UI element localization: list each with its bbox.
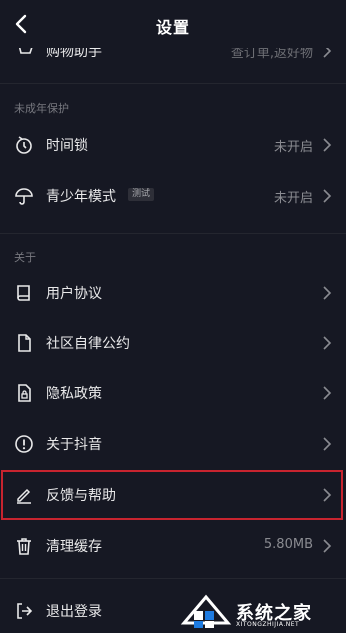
clear-cache-label: 清理缓存: [46, 539, 102, 555]
chevron-right-icon: [323, 437, 332, 451]
feedback-help-label: 反馈与帮助: [46, 488, 116, 504]
chevron-right-icon: [323, 286, 332, 300]
info-icon: [15, 435, 33, 453]
section-title-minor-protection: 未成年保护: [14, 102, 69, 115]
about-douyin-row[interactable]: 关于抖音: [0, 419, 346, 469]
chevron-right-icon: [323, 138, 332, 152]
privacy-policy-row[interactable]: 隐私政策: [0, 368, 346, 418]
chevron-right-icon: [323, 488, 332, 502]
about-douyin-label: 关于抖音: [46, 437, 102, 453]
community-convention-label: 社区自律公约: [46, 336, 130, 352]
logout-label: 退出登录: [46, 604, 102, 620]
section-divider: [0, 233, 346, 234]
section-divider: [0, 83, 346, 84]
logout-icon: [17, 603, 33, 619]
user-agreement-row[interactable]: 用户协议: [0, 268, 346, 318]
header-bar: 设置: [0, 0, 346, 48]
chevron-right-icon: [323, 336, 332, 350]
timer-lock-icon: [16, 136, 32, 154]
trash-icon: [17, 538, 31, 555]
clear-cache-row[interactable]: 清理缓存 5.80MB: [0, 521, 346, 571]
time-lock-label: 时间锁: [46, 138, 88, 154]
watermark: 系统之家 XITONGZHIJIA.NET: [170, 591, 346, 633]
chevron-right-icon: [323, 539, 332, 553]
teen-mode-status: 未开启: [273, 191, 313, 206]
teen-mode-label: 青少年模式: [46, 189, 116, 205]
feedback-help-row[interactable]: 反馈与帮助: [0, 470, 346, 520]
umbrella-icon: [15, 188, 33, 205]
cache-size: 5.80MB: [263, 537, 313, 552]
document-icon: [18, 334, 31, 352]
chevron-right-icon: [323, 386, 332, 400]
user-agreement-label: 用户协议: [46, 286, 102, 302]
settings-screen: 购物助手 查订单,返好物 设置 未成年保护 时间锁 未开启 青少年模式 未开启 …: [0, 0, 346, 633]
watermark-logo-icon: [180, 594, 232, 628]
book-icon: [17, 285, 30, 301]
section-title-about: 关于: [14, 251, 36, 264]
time-lock-row[interactable]: 时间锁 未开启: [0, 120, 346, 170]
community-convention-row[interactable]: 社区自律公约: [0, 318, 346, 368]
section-divider: [0, 578, 346, 579]
teen-mode-row[interactable]: 青少年模式 未开启: [0, 171, 346, 221]
chevron-right-icon: [323, 189, 332, 203]
beta-badge: 测试: [128, 188, 155, 201]
page-title: 设置: [155, 18, 190, 37]
watermark-url: XITONGZHIJIA.NET: [236, 621, 300, 628]
edit-pen-icon: [17, 488, 31, 504]
time-lock-status: 未开启: [273, 140, 313, 155]
privacy-lock-document-icon: [18, 384, 31, 402]
privacy-policy-label: 隐私政策: [46, 386, 102, 402]
